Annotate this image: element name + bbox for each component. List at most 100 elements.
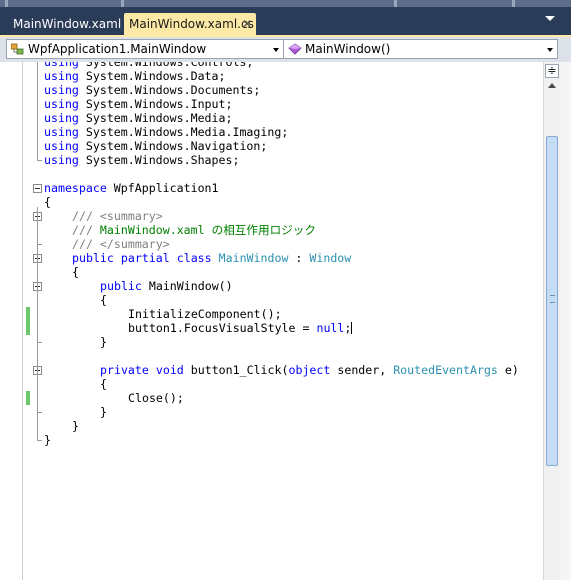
code-token: class [176,251,212,265]
code-area[interactable]: using System.Windows.Controls; using Syst… [0,62,543,580]
code-token: Close(); [128,391,184,405]
code-token: : [288,251,310,265]
outline-guide-end [37,160,42,161]
code-token: /// [72,223,100,237]
code-token: MainWindow [218,251,289,265]
code-token: { [100,377,107,391]
code-line: using System.Windows.Data; [44,69,226,83]
code-token: System.Windows.Data; [78,69,226,83]
code-token: InitializeComponent(); [128,307,282,321]
vertical-scrollbar[interactable]: ≑ [543,62,560,580]
outline-guide-end [37,412,42,413]
code-line: using System.Windows.Documents; [44,83,260,97]
code-token: } [100,335,107,349]
code-token: System.Windows.Shapes; [78,153,240,167]
change-marker [26,321,30,335]
chevron-down-icon [547,48,553,52]
divider [512,0,515,7]
code-line: } [72,419,79,433]
code-token: RoutedEventArgs [393,363,498,377]
code-token: using [44,139,79,153]
code-line: private void button1_Click(object sender… [100,363,519,377]
code-token: button1_Click( [183,363,289,377]
code-token: MainWindow() [141,279,233,293]
method-icon [288,43,302,55]
member-dropdown-value: MainWindow() [305,42,391,56]
code-token: using [44,125,79,139]
close-icon[interactable]: ✕ [242,13,252,35]
code-token: System.Windows.Navigation; [78,139,268,153]
tab-label: MainWindow.xaml.cs [129,17,254,31]
tab-label: MainWindow.xaml [13,17,122,31]
code-line: public MainWindow() [100,279,233,293]
code-line: using System.Windows.Media; [44,111,232,125]
code-token: /// [72,209,100,223]
code-token: System.Windows.Input; [78,97,233,111]
chevron-down-icon [273,48,279,52]
scroll-up-icon[interactable] [545,79,559,93]
change-marker [26,307,30,321]
scrollbar-thumb[interactable] [546,136,558,466]
split-window-icon[interactable]: ≑ [545,64,559,78]
outline-guide [37,277,38,342]
code-token: } [44,433,51,447]
code-token: System.Windows.Controls; [78,62,254,69]
change-marker [26,391,30,405]
code-token: { [44,195,51,209]
code-token: using [44,83,79,97]
code-token: public [72,251,114,265]
code-token: sender, [330,363,394,377]
code-line: { [72,265,79,279]
code-token: public [100,279,142,293]
code-token: private [100,363,149,377]
code-line: using System.Windows.Input; [44,97,232,111]
code-line: /// </summary> [72,237,170,251]
outline-guide-end [37,244,42,245]
navigation-bar: WpfApplication1.MainWindow MainWindow() [0,37,571,62]
code-token: } [100,405,107,419]
title-bar-edge [0,0,571,7]
code-token: e) [497,363,519,377]
code-token: namespace [44,181,107,195]
code-line: using System.Windows.Shapes; [44,153,239,167]
code-token: partial [120,251,170,265]
code-token: <summary> [99,209,163,223]
member-dropdown[interactable]: MainWindow() [283,39,558,59]
code-token: void [155,363,184,377]
code-line: Close(); [128,391,184,405]
code-line: } [100,405,107,419]
code-token: ; [344,321,352,335]
code-line: /// <summary> [72,209,163,223]
code-line: namespace WpfApplication1 [44,181,219,195]
type-dropdown[interactable]: WpfApplication1.MainWindow [6,39,284,59]
window-edge [560,62,571,580]
divider [5,0,8,7]
chevron-down-icon[interactable] [545,16,555,21]
document-tab-strip: MainWindow.xaml MainWindow.xaml.cs ✕ [0,0,571,36]
type-dropdown-value: WpfApplication1.MainWindow [28,42,207,56]
text-cursor [351,322,353,334]
code-token: System.Windows.Documents; [78,83,261,97]
code-token: using [44,153,79,167]
tab-mainwindow-xaml-cs[interactable]: MainWindow.xaml.cs ✕ [124,13,256,35]
code-line: } [100,335,107,349]
code-token: /// [72,237,100,251]
code-line: using System.Windows.Navigation; [44,139,267,153]
code-token: } [72,419,79,433]
tab-mainwindow-xaml[interactable]: MainWindow.xaml [3,13,121,35]
collapse-icon[interactable] [33,184,42,193]
outline-guide-end [37,342,42,343]
code-token: null [316,321,345,335]
code-token: MainWindow.xaml の相互作用ロジック [99,223,316,237]
code-token: { [72,265,79,279]
code-token: button1.FocusVisualStyle = [128,321,317,335]
outline-guide [37,62,38,160]
code-token: using [44,62,79,69]
code-line: { [100,293,107,307]
code-line: using System.Windows.Media.Imaging; [44,125,288,139]
class-icon [11,43,24,55]
divider [394,0,397,7]
code-line: button1.FocusVisualStyle = null; [128,321,353,335]
